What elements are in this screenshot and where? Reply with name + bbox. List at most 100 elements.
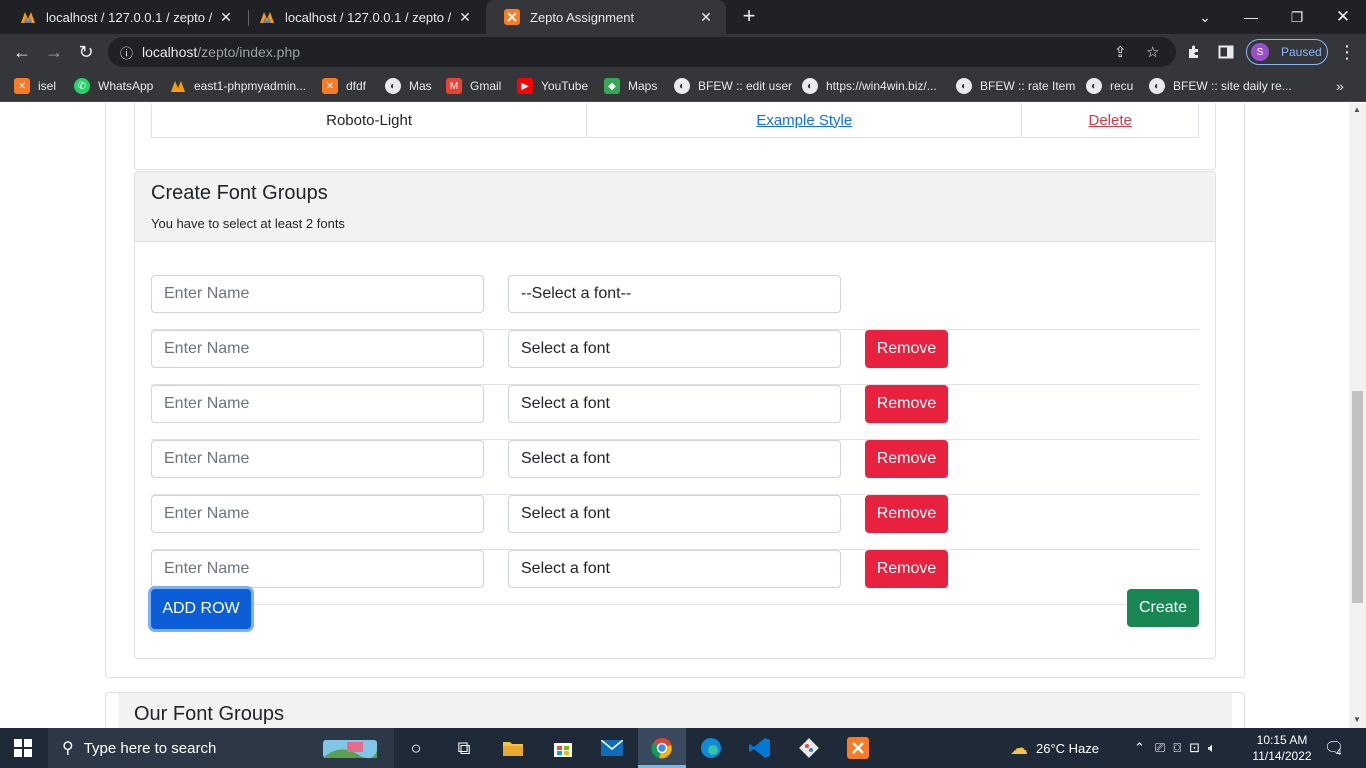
remove-button[interactable]: Remove <box>865 495 948 533</box>
name-input[interactable]: Enter Name <box>151 495 484 533</box>
whatsapp-icon: ✆ <box>74 78 90 94</box>
volume-icon[interactable]: 🔈︎ <box>1208 740 1216 756</box>
profile-button[interactable]: S Paused <box>1246 39 1328 65</box>
bookmark-gmail[interactable]: M Gmail <box>446 76 501 96</box>
show-hidden-icons-icon[interactable]: ⌃ <box>1134 740 1145 756</box>
reload-icon[interactable]: ↻ <box>74 40 98 64</box>
camera-icon[interactable]: ⌼ <box>1173 740 1181 756</box>
file-explorer-icon[interactable] <box>501 736 525 760</box>
menu-kebab-icon[interactable]: ⋮ <box>1335 40 1359 64</box>
scroll-down-icon[interactable]: ▼ <box>1353 715 1361 724</box>
scrollbar-thumb[interactable] <box>1352 391 1363 603</box>
bookmark-star-icon[interactable]: ☆ <box>1146 43 1159 61</box>
task-view-icon[interactable]: ⧉ <box>452 736 476 760</box>
font-select[interactable]: Select a font <box>508 330 841 368</box>
address-bar[interactable]: ⓘ localhost/zepto/index.php ⇪ ☆ <box>108 37 1176 67</box>
remove-button[interactable]: Remove <box>865 330 948 368</box>
create-button[interactable]: Create <box>1127 589 1199 627</box>
bookmark-dfdf[interactable]: ✕ dfdf <box>322 76 366 96</box>
chrome-icon[interactable] <box>650 736 674 760</box>
bookmark-mas[interactable]: ◐ Mas <box>385 76 432 96</box>
name-input[interactable]: Enter Name <box>151 330 484 368</box>
windows-start-icon[interactable] <box>14 739 32 757</box>
font-select[interactable]: --Select a font-- <box>508 275 841 313</box>
new-tab-icon[interactable]: + <box>738 5 760 28</box>
notification-count: 4 <box>1336 747 1342 757</box>
extensions-puzzle-icon[interactable] <box>1182 40 1206 64</box>
name-input[interactable]: Enter Name <box>151 275 484 313</box>
bookmark-phpmyadmin[interactable]: east1-phpmyadmin... <box>170 76 306 96</box>
clock-date: 11/14/2022 <box>1252 749 1312 763</box>
xampp-icon[interactable] <box>846 736 870 760</box>
font-select[interactable]: Select a font <box>508 495 841 533</box>
share-icon[interactable]: ⇪ <box>1114 43 1127 61</box>
delete-link[interactable]: Delete <box>1088 112 1131 129</box>
card-header: Our Font Groups <box>118 693 1232 728</box>
page-content: Roboto-Light Example Style Delete Create… <box>0 103 1366 728</box>
example-style-link[interactable]: Example Style <box>756 112 852 129</box>
bookmark-win4win[interactable]: ◐ https://win4win.biz/... <box>802 76 937 96</box>
weather-haze-icon: ☁ <box>1010 737 1028 758</box>
bookmark-bfew-edit-user[interactable]: ◐ BFEW :: edit user <box>674 76 792 96</box>
bookmark-bfew-site-daily[interactable]: ◐ BFEW :: site daily re... <box>1149 76 1292 96</box>
profile-status: Paused <box>1281 45 1322 59</box>
close-window-icon[interactable]: ✕ <box>1320 0 1366 34</box>
edge-icon[interactable] <box>699 736 723 760</box>
phpmyadmin-icon <box>20 9 36 25</box>
site-info-icon[interactable]: ⓘ <box>120 43 140 62</box>
scroll-up-icon[interactable]: ▲ <box>1353 105 1361 114</box>
browser-tab-phpmyadmin-1[interactable]: localhost / 127.0.0.1 / zepto / file ✕ <box>2 0 246 34</box>
remove-button[interactable]: Remove <box>865 385 948 423</box>
browser-tab-phpmyadmin-2[interactable]: localhost / 127.0.0.1 / zepto / file ✕ <box>241 0 485 34</box>
font-group-row: Enter Name Select a font Remove <box>151 330 1199 385</box>
search-icon: ⚲ <box>62 740 74 757</box>
search-highlight-icon[interactable] <box>320 736 380 760</box>
meet-now-icon[interactable]: ⎚ <box>1155 740 1165 756</box>
remove-button[interactable]: Remove <box>865 440 948 478</box>
font-select[interactable]: Select a font <box>508 550 841 588</box>
name-input[interactable]: Enter Name <box>151 550 484 588</box>
notifications-button[interactable]: 🗨︎ 4 <box>1324 728 1344 768</box>
card-header: Create Font Groups You have to select at… <box>135 172 1215 242</box>
bookmark-recu[interactable]: ◐ recu <box>1086 76 1133 96</box>
clock-time: 10:15 AM <box>1256 733 1308 747</box>
remove-button[interactable]: Remove <box>865 550 948 588</box>
section-title: Create Font Groups <box>151 182 328 204</box>
side-panel-icon[interactable] <box>1214 40 1238 64</box>
cortana-icon[interactable]: ○ <box>404 736 428 760</box>
create-font-group-card: Create Font Groups You have to select at… <box>134 171 1216 659</box>
name-input[interactable]: Enter Name <box>151 385 484 423</box>
minimize-icon[interactable]: — <box>1228 0 1274 34</box>
bookmark-maps[interactable]: ◆ Maps <box>604 76 657 96</box>
system-tray: ⌃ ⎚ ⌼ ⊡ 🔈︎ <box>1134 728 1216 768</box>
browser-tab-zepto[interactable]: Zepto Assignment ✕ <box>486 0 726 34</box>
font-group-row: Enter Name Select a font Remove <box>151 385 1199 440</box>
weather-widget[interactable]: ☁ 26°C Haze <box>1010 728 1099 768</box>
phpmyadmin-icon <box>170 78 186 94</box>
taskbar-clock[interactable]: 10:15 AM 11/14/2022 <box>1250 732 1314 764</box>
more-bookmarks-icon[interactable]: » <box>1336 76 1344 96</box>
section-subtitle: You have to select at least 2 fonts <box>151 216 345 231</box>
mail-icon[interactable] <box>600 736 624 760</box>
vscode-icon[interactable] <box>748 736 772 760</box>
back-arrow-icon[interactable]: ← <box>10 40 34 64</box>
add-row-button[interactable]: ADD ROW <box>151 589 251 629</box>
page-scrollbar[interactable]: ▲ ▼ <box>1349 103 1366 728</box>
bookmark-isel[interactable]: ✕ isel <box>14 76 56 96</box>
close-tab-icon[interactable]: ✕ <box>457 9 473 26</box>
git-client-icon[interactable] <box>797 736 821 760</box>
font-select[interactable]: Select a font <box>508 385 841 423</box>
tab-search-icon[interactable]: ⌄ <box>1182 0 1228 34</box>
forward-arrow-icon[interactable]: → <box>42 40 66 64</box>
close-tab-icon[interactable]: ✕ <box>698 9 714 26</box>
close-tab-icon[interactable]: ✕ <box>218 9 234 26</box>
name-input[interactable]: Enter Name <box>151 440 484 478</box>
bookmark-youtube[interactable]: ▶ YouTube <box>517 76 588 96</box>
bookmark-bfew-rate-item[interactable]: ◐ BFEW :: rate Item <box>956 76 1075 96</box>
restore-icon[interactable]: ❐ <box>1274 0 1320 34</box>
tab-title: localhost / 127.0.0.1 / zepto / file <box>46 9 212 25</box>
bookmark-whatsapp[interactable]: ✆ WhatsApp <box>74 76 153 96</box>
microsoft-store-icon[interactable] <box>551 736 575 760</box>
network-icon[interactable]: ⊡ <box>1189 740 1200 756</box>
font-select[interactable]: Select a font <box>508 440 841 478</box>
